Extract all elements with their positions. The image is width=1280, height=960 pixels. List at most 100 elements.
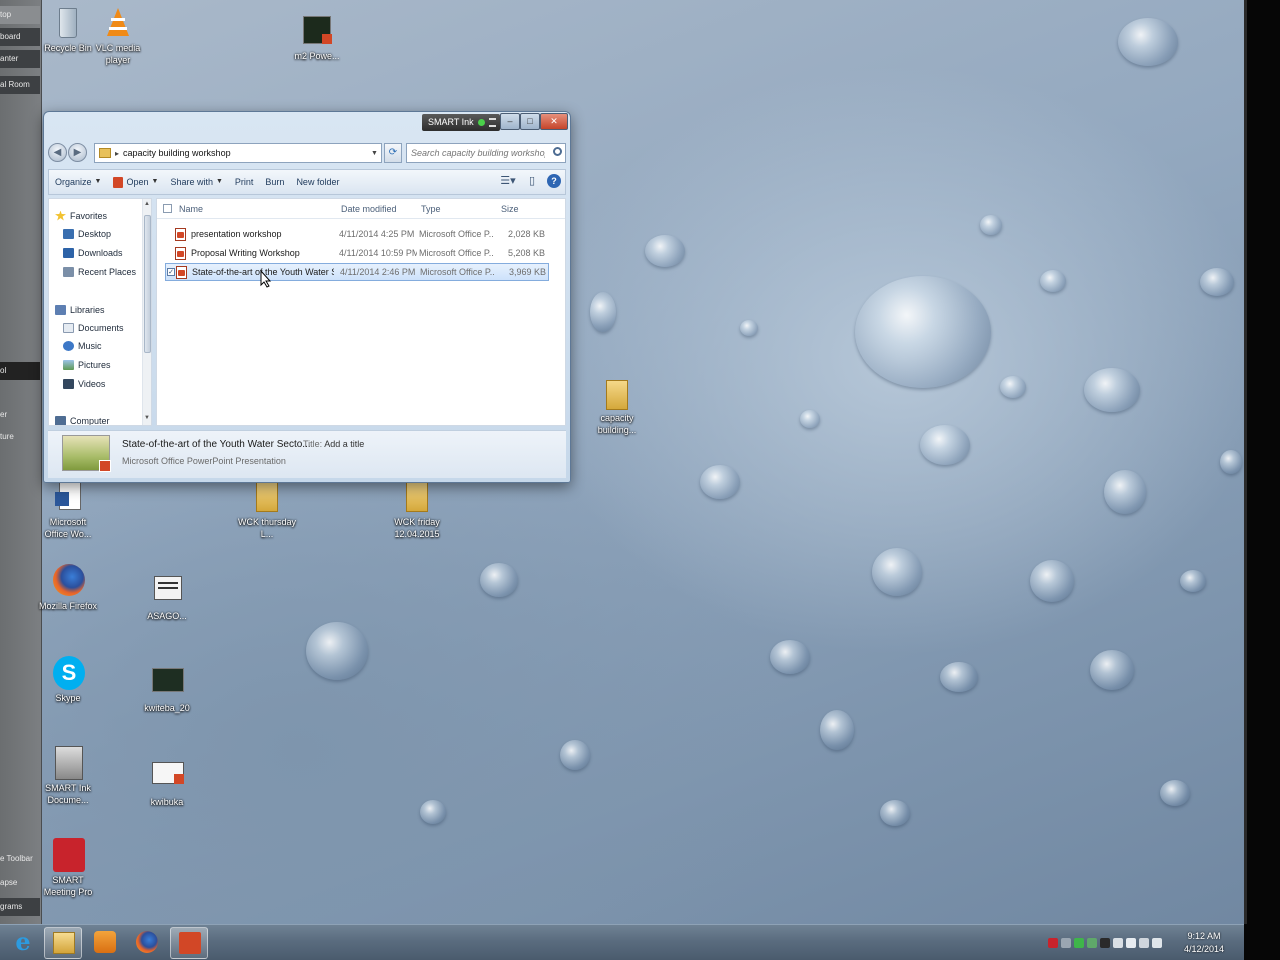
vlc-cone-icon xyxy=(101,6,135,40)
left-panel-item[interactable]: grams xyxy=(0,898,40,916)
network-icon[interactable] xyxy=(1139,938,1149,948)
tray-app-icon[interactable] xyxy=(1074,938,1084,948)
nav-favorites[interactable]: Favorites xyxy=(55,207,147,224)
breadcrumb-path[interactable]: capacity building workshop xyxy=(123,148,371,158)
desktop-icon-skype[interactable]: S Skype xyxy=(37,656,99,704)
explorer-window[interactable]: SMART Ink – □ ✕ ◀ ▶ ▸ capacity building … xyxy=(43,111,571,483)
desktop-icon-wck-thursday[interactable]: WCK thursday L... xyxy=(236,480,298,540)
view-options-icon[interactable]: ☰▾ xyxy=(499,172,517,190)
window-titlebar[interactable]: SMART Ink – □ ✕ xyxy=(44,112,570,138)
tray-app-icon[interactable] xyxy=(1100,938,1110,948)
new-folder-button[interactable]: New folder xyxy=(290,171,345,193)
print-button[interactable]: Print xyxy=(229,171,260,193)
taskbar-file-explorer[interactable] xyxy=(44,927,82,959)
nav-pictures[interactable]: Pictures xyxy=(63,356,151,373)
left-panel-item[interactable]: ture xyxy=(0,428,40,446)
nav-downloads[interactable]: Downloads xyxy=(63,244,151,261)
left-panel-item[interactable]: er xyxy=(0,406,40,424)
video-file-icon xyxy=(150,666,184,700)
desktop-icon-capacity-building[interactable]: capacity building... xyxy=(586,376,648,436)
nav-libraries[interactable]: Libraries xyxy=(55,301,147,318)
table-row[interactable]: presentation workshop 4/11/2014 4:25 PM … xyxy=(165,226,549,244)
tray-app-icon[interactable] xyxy=(1113,938,1123,948)
desktop-icon-kwibuka[interactable]: kwibuka xyxy=(136,760,198,808)
open-button[interactable]: Open ▼ xyxy=(107,171,164,193)
table-row[interactable]: Proposal Writing Workshop 4/11/2014 10:5… xyxy=(165,245,549,263)
folder-icon xyxy=(400,480,434,514)
scroll-up-icon[interactable]: ▲ xyxy=(144,201,150,207)
taskbar-firefox[interactable] xyxy=(128,927,166,959)
burn-button[interactable]: Burn xyxy=(259,171,290,193)
desktop-icon-asago[interactable]: ASAGO... xyxy=(136,574,198,622)
left-panel-item[interactable]: board xyxy=(0,28,40,46)
preview-pane-icon[interactable]: ▯ xyxy=(523,172,541,190)
taskbar-internet-explorer[interactable]: e xyxy=(4,927,42,959)
chevron-down-icon[interactable]: ▼ xyxy=(371,150,381,157)
volume-icon[interactable] xyxy=(1152,938,1162,948)
address-bar[interactable]: ▸ capacity building workshop ▼ xyxy=(94,143,382,163)
left-panel-item[interactable]: ol xyxy=(0,362,40,380)
column-header-name[interactable]: Name xyxy=(179,204,203,214)
details-title-value[interactable]: Add a title xyxy=(324,439,364,449)
table-row-selected[interactable]: ✓ State-of-the-art of the Youth Water Se… xyxy=(165,263,549,281)
smart-ink-toolbar[interactable]: SMART Ink xyxy=(422,114,500,131)
details-title-field[interactable]: Title: Add a title xyxy=(303,439,364,449)
organize-button[interactable]: Organize ▼ xyxy=(49,171,107,193)
minimize-button[interactable]: – xyxy=(500,113,520,130)
desktop-icon-wck-friday[interactable]: WCK friday 12.04.2015 xyxy=(386,480,448,540)
flag-icon[interactable] xyxy=(1126,938,1136,948)
search-icon[interactable] xyxy=(553,147,562,156)
file-type: Microsoft Office P... xyxy=(420,267,494,277)
nav-music[interactable]: Music xyxy=(63,337,151,354)
desktop-icon-vlc[interactable]: VLC media player xyxy=(87,6,149,66)
nav-videos[interactable]: Videos xyxy=(63,375,151,392)
help-icon[interactable]: ? xyxy=(547,174,561,188)
close-button[interactable]: ✕ xyxy=(540,113,568,130)
column-header-type[interactable]: Type xyxy=(421,204,441,214)
forward-button[interactable]: ▶ xyxy=(68,143,87,162)
desktop-icon-kwiteba[interactable]: kwiteba_20 xyxy=(136,666,198,714)
mouse-cursor-icon xyxy=(260,269,272,288)
select-all-checkbox[interactable] xyxy=(163,204,172,213)
desktop-icon-firefox[interactable]: Mozilla Firefox xyxy=(37,564,99,612)
taskbar-clock[interactable]: 9:12 AM 4/12/2014 xyxy=(1180,930,1228,956)
tray-app-icon[interactable] xyxy=(1087,938,1097,948)
navigation-pane: Favorites Desktop Downloads Recent Place… xyxy=(48,198,152,426)
desktop-icon-smart-ink-docs[interactable]: SMART Ink Docume... xyxy=(37,746,99,806)
left-panel-item[interactable]: al Room xyxy=(0,76,40,94)
left-panel-item[interactable]: top xyxy=(0,6,40,24)
tray-app-icon[interactable] xyxy=(1061,938,1071,948)
column-header-size[interactable]: Size xyxy=(501,204,519,214)
left-panel-item[interactable]: apse xyxy=(0,874,40,892)
details-file-type: Microsoft Office PowerPoint Presentation xyxy=(122,456,286,466)
nav-desktop[interactable]: Desktop xyxy=(63,225,151,242)
row-checkbox[interactable]: ✓ xyxy=(167,268,175,276)
refresh-button[interactable]: ⟳ xyxy=(384,143,402,163)
desktop-icon-m2-power[interactable]: m2 Powe... xyxy=(286,14,348,62)
search-box[interactable] xyxy=(406,143,566,163)
taskbar-media-player[interactable] xyxy=(86,927,124,959)
left-panel-item[interactable]: e Toolbar xyxy=(0,850,40,868)
desktop-icon-label: kwiteba_20 xyxy=(144,703,190,713)
menu-icon[interactable] xyxy=(488,118,496,127)
details-file-name: State-of-the-art of the Youth Water Sect… xyxy=(122,439,311,450)
breadcrumb-chevron-icon[interactable]: ▸ xyxy=(115,149,119,158)
back-button[interactable]: ◀ xyxy=(48,143,67,162)
documents-icon xyxy=(63,322,74,333)
nav-scrollbar[interactable]: ▲ ▼ xyxy=(142,199,151,425)
desktop-icon-word[interactable]: Microsoft Office Wo... xyxy=(37,480,99,540)
tray-app-icon[interactable] xyxy=(1048,938,1058,948)
search-input[interactable] xyxy=(407,144,545,162)
folder-icon xyxy=(99,148,111,158)
maximize-button[interactable]: □ xyxy=(520,113,540,130)
share-with-button[interactable]: Share with ▼ xyxy=(164,171,228,193)
scroll-thumb[interactable] xyxy=(144,215,151,353)
taskbar-powerpoint[interactable] xyxy=(170,927,208,959)
column-header-date[interactable]: Date modified xyxy=(341,204,397,214)
scroll-down-icon[interactable]: ▼ xyxy=(144,415,150,421)
nav-recent-places[interactable]: Recent Places xyxy=(63,263,151,280)
nav-computer[interactable]: Computer xyxy=(55,412,147,425)
left-panel-item[interactable]: anter xyxy=(0,50,40,68)
desktop-icon-smart-meeting-pro[interactable]: SMART Meeting Pro xyxy=(37,838,99,898)
nav-documents[interactable]: Documents xyxy=(63,319,151,336)
